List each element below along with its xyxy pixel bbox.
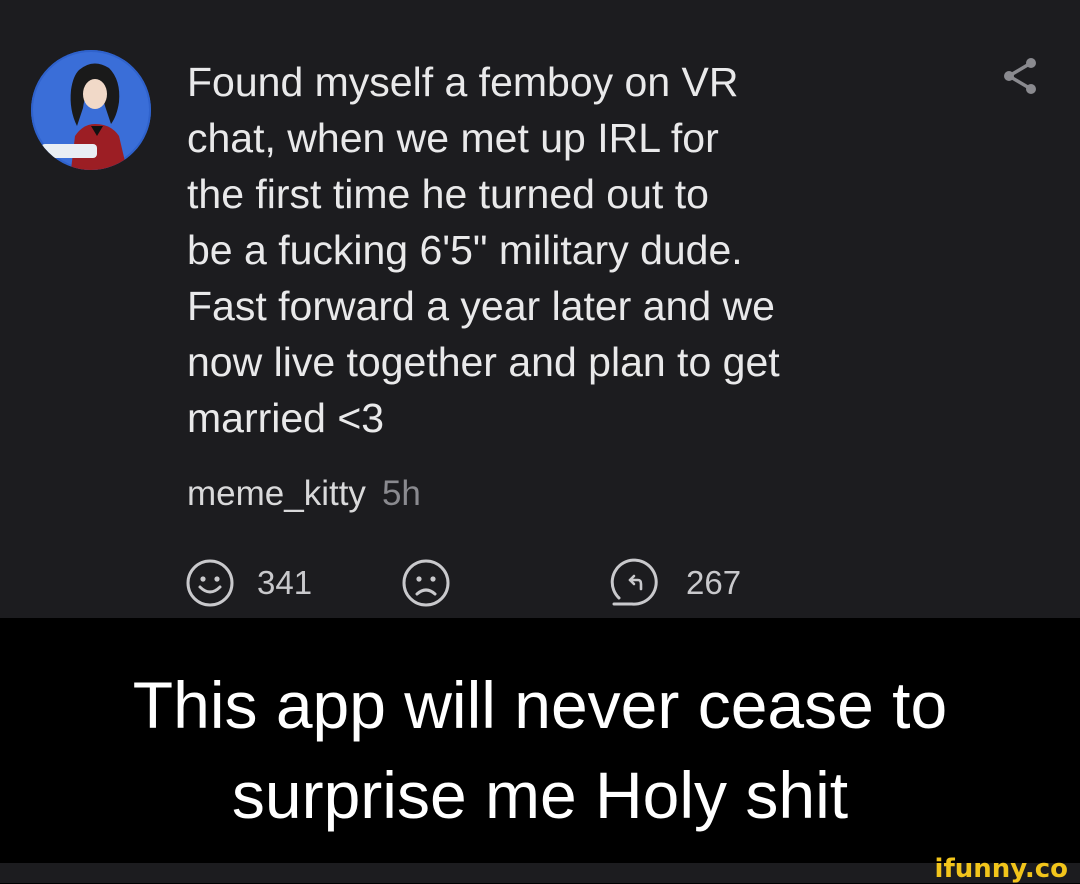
post-time: 5h bbox=[381, 474, 421, 513]
caption-text: This app will never cease to surprise me… bbox=[132, 668, 948, 832]
post-text: Found myself a femboy on VR chat, when w… bbox=[187, 59, 780, 441]
watermark-logo: ifunny.co bbox=[934, 854, 1068, 884]
reply-icon bbox=[610, 558, 658, 606]
bottom-bar bbox=[0, 863, 1080, 883]
post-meta: meme_kitty 5h bbox=[187, 470, 421, 518]
frown-icon bbox=[402, 559, 450, 607]
meme-caption: This app will never cease to surprise me… bbox=[0, 618, 1080, 863]
avatar[interactable] bbox=[31, 50, 151, 170]
smile-icon bbox=[186, 559, 234, 607]
post-actions: 341 267 bbox=[0, 558, 1080, 608]
post-card: Found myself a femboy on VR chat, when w… bbox=[0, 0, 1080, 618]
reply-count: 267 bbox=[686, 564, 742, 601]
downvote-button[interactable] bbox=[401, 558, 451, 608]
author-name[interactable]: meme_kitty bbox=[187, 474, 366, 513]
upvote-count: 341 bbox=[257, 564, 313, 601]
share-icon[interactable] bbox=[1000, 56, 1040, 96]
reply-button[interactable]: 267 bbox=[610, 558, 741, 608]
upvote-button[interactable]: 341 bbox=[185, 558, 312, 608]
